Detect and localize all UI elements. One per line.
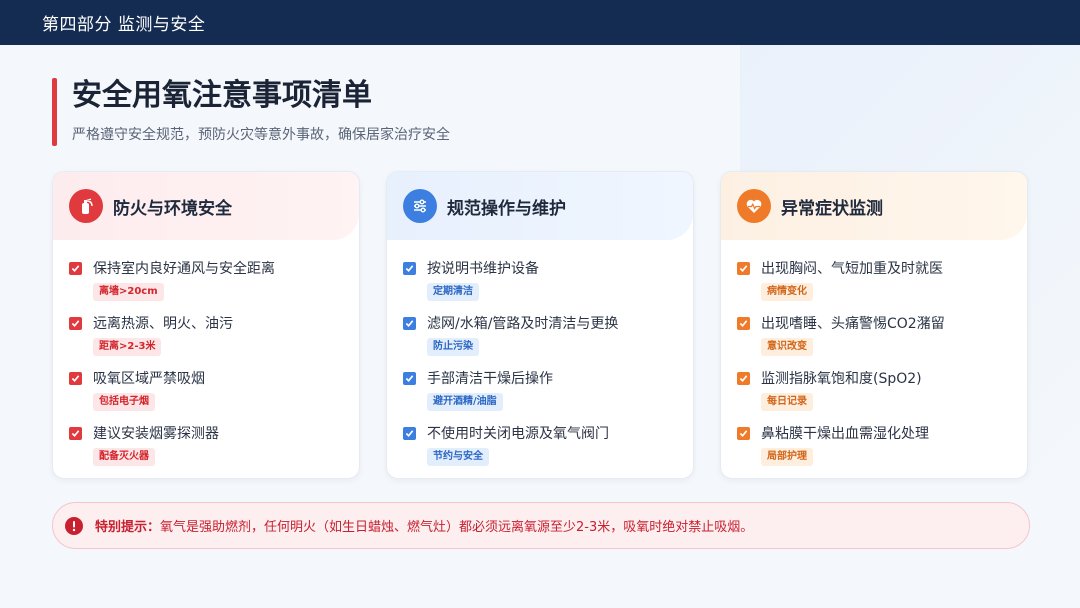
item-tag: 配备灭火器 [93, 448, 155, 466]
list-item: 手部清洁干燥后操作 避开酒精/油脂 [403, 368, 693, 423]
fire-extinguisher-icon [69, 189, 103, 223]
heart-pulse-icon [737, 189, 771, 223]
exclamation-icon [65, 516, 83, 535]
card-fire-safety: 防火与环境安全 保持室内良好通风与安全距离 离墙>20cm 远离热源、明火、油污… [52, 171, 360, 479]
checkbox-icon [403, 426, 416, 440]
item-text: 鼻粘膜干燥出血需湿化处理 [761, 426, 929, 442]
item-text: 保持室内良好通风与安全距离 [93, 261, 275, 277]
item-text: 滤网/水箱/管路及时清洁与更换 [427, 316, 619, 332]
checkbox-icon [737, 371, 750, 385]
item-tag: 离墙>20cm [93, 283, 164, 301]
list-item: 监测指脉氧饱和度(SpO2) 每日记录 [737, 368, 1027, 423]
header-bar: 第四部分 监测与安全 [0, 0, 1080, 45]
list-item: 出现嗜睡、头痛警惕CO2潴留 意识改变 [737, 313, 1027, 368]
card-operation-maintenance: 规范操作与维护 按说明书维护设备 定期清洁 滤网/水箱/管路及时清洁与更换 防止… [386, 171, 694, 479]
notice-label: 特别提示： [95, 520, 161, 535]
checkbox-icon [69, 261, 82, 275]
item-tag: 意识改变 [761, 338, 813, 356]
item-tag: 定期清洁 [427, 283, 479, 301]
title-block: 安全用氧注意事项清单 严格遵守安全规范，预防火灾等意外事故，确保居家治疗安全 [52, 78, 450, 146]
checkbox-icon [403, 261, 416, 275]
page-title: 安全用氧注意事项清单 [72, 78, 372, 113]
list-item: 出现胸闷、气短加重及时就医 病情变化 [737, 258, 1027, 313]
special-notice: 特别提示： 氧气是强助燃剂，任何明火（如生日蜡烛、燃气灶）都必须远离氧源至少2-… [52, 502, 1030, 549]
checkbox-icon [737, 261, 750, 275]
list-item: 不使用时关闭电源及氧气阀门 节约与安全 [403, 423, 693, 478]
list-item: 滤网/水箱/管路及时清洁与更换 防止污染 [403, 313, 693, 368]
item-text: 按说明书维护设备 [427, 261, 539, 277]
item-tag: 局部护理 [761, 448, 813, 466]
card-title: 异常症状监测 [781, 198, 883, 219]
card-title: 防火与环境安全 [113, 198, 232, 219]
list-item: 按说明书维护设备 定期清洁 [403, 258, 693, 313]
card-header: 异常症状监测 [721, 172, 1027, 240]
list-item: 吸氧区域严禁吸烟 包括电子烟 [69, 368, 359, 423]
list-item: 保持室内良好通风与安全距离 离墙>20cm [69, 258, 359, 313]
list-item: 远离热源、明火、油污 距离>2-3米 [69, 313, 359, 368]
section-title: 第四部分 监测与安全 [42, 15, 206, 35]
item-text: 建议安装烟雾探测器 [93, 426, 219, 442]
checkbox-icon [69, 371, 82, 385]
page-subtitle: 严格遵守安全规范，预防火灾等意外事故，确保居家治疗安全 [72, 127, 450, 143]
list-item: 鼻粘膜干燥出血需湿化处理 局部护理 [737, 423, 1027, 478]
list-item: 建议安装烟雾探测器 配备灭火器 [69, 423, 359, 478]
checkbox-icon [403, 316, 416, 330]
item-text: 远离热源、明火、油污 [93, 316, 233, 332]
item-text: 出现胸闷、气短加重及时就医 [761, 261, 943, 277]
card-symptom-monitoring: 异常症状监测 出现胸闷、气短加重及时就医 病情变化 出现嗜睡、头痛警惕CO2潴留… [720, 171, 1028, 479]
title-accent-bar [52, 78, 57, 146]
item-text: 监测指脉氧饱和度(SpO2) [761, 371, 922, 387]
checkbox-icon [737, 316, 750, 330]
item-tag: 节约与安全 [427, 448, 489, 466]
item-tag: 避开酒精/油脂 [427, 393, 503, 411]
item-tag: 每日记录 [761, 393, 813, 411]
item-tag: 防止污染 [427, 338, 479, 356]
item-text: 不使用时关闭电源及氧气阀门 [427, 426, 609, 442]
item-text: 出现嗜睡、头痛警惕CO2潴留 [761, 316, 945, 332]
card-header: 防火与环境安全 [53, 172, 359, 240]
notice-text: 氧气是强助燃剂，任何明火（如生日蜡烛、燃气灶）都必须远离氧源至少2-3米，吸氧时… [160, 520, 754, 535]
item-text: 手部清洁干燥后操作 [427, 371, 553, 387]
item-tag: 距离>2-3米 [93, 338, 162, 356]
item-tag: 病情变化 [761, 283, 813, 301]
sliders-icon [403, 189, 437, 223]
checkbox-icon [69, 316, 82, 330]
card-header: 规范操作与维护 [387, 172, 693, 240]
checkbox-icon [403, 371, 416, 385]
card-title: 规范操作与维护 [447, 198, 566, 219]
item-tag: 包括电子烟 [93, 393, 155, 411]
checkbox-icon [737, 426, 750, 440]
checkbox-icon [69, 426, 82, 440]
item-text: 吸氧区域严禁吸烟 [93, 371, 205, 387]
